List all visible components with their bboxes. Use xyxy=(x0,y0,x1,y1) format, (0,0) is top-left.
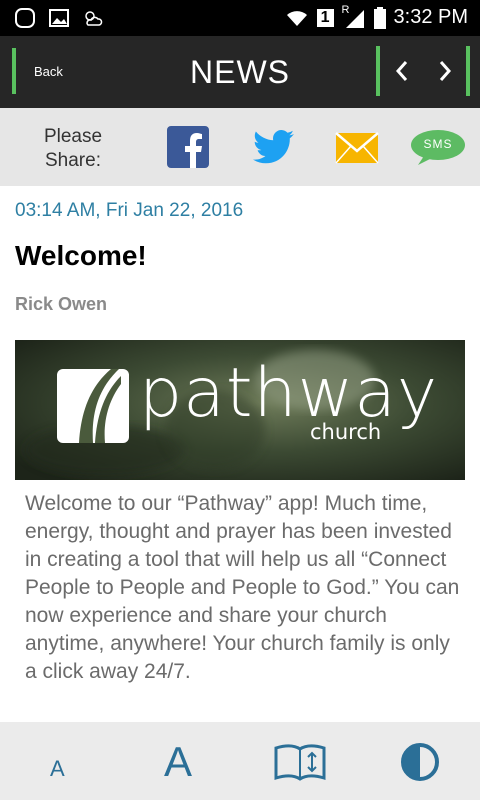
system-indicators: 1 R 3:32 PM xyxy=(285,4,468,29)
pathway-logo-mark xyxy=(57,369,129,443)
increase-font-button[interactable]: A xyxy=(164,738,192,786)
decrease-font-button[interactable]: A xyxy=(50,756,65,782)
reader-toolbar: A A xyxy=(0,722,480,800)
share-bar: Please Share: SMS xyxy=(0,108,480,186)
email-icon[interactable] xyxy=(335,132,379,164)
next-article-button[interactable] xyxy=(435,58,455,84)
notification-app-icon xyxy=(15,8,35,28)
battery-icon xyxy=(373,6,386,29)
share-label: Please Share: xyxy=(43,126,103,171)
sms-label: SMS xyxy=(423,137,453,151)
back-button[interactable]: Back xyxy=(12,48,63,94)
article-body: Welcome to our “Pathway” app! Much time,… xyxy=(25,492,460,683)
clock: 3:32 PM xyxy=(393,6,468,28)
facebook-icon[interactable] xyxy=(167,126,209,168)
signal-icon xyxy=(345,9,364,28)
banner-sub-text: church xyxy=(310,420,382,444)
nav-bar: Back NEWS xyxy=(0,36,480,108)
wifi-icon xyxy=(286,10,307,26)
weather-icon xyxy=(85,11,103,26)
sim-badge: 1 xyxy=(316,8,334,27)
article-content: 03:14 AM, Fri Jan 22, 2016 Welcome! Rick… xyxy=(0,186,480,722)
contrast-icon[interactable] xyxy=(400,742,440,782)
banner-brand-text: pathway xyxy=(139,354,439,433)
status-bar: 1 R 3:32 PM xyxy=(0,0,480,36)
article-pager xyxy=(376,46,470,96)
sms-button[interactable]: SMS xyxy=(410,128,466,166)
article-date: 03:14 AM, Fri Jan 22, 2016 xyxy=(15,200,244,221)
article-banner-image: pathway church xyxy=(15,340,465,480)
article-title: Welcome! xyxy=(15,240,147,271)
image-icon xyxy=(49,9,69,27)
roaming-indicator: R xyxy=(342,4,366,28)
reading-mode-book-icon[interactable] xyxy=(272,742,328,782)
notification-icons xyxy=(14,7,104,29)
article-author: Rick Owen xyxy=(15,294,108,314)
back-label: Back xyxy=(34,63,63,79)
previous-article-button[interactable] xyxy=(392,58,412,84)
twitter-icon[interactable] xyxy=(253,130,295,166)
